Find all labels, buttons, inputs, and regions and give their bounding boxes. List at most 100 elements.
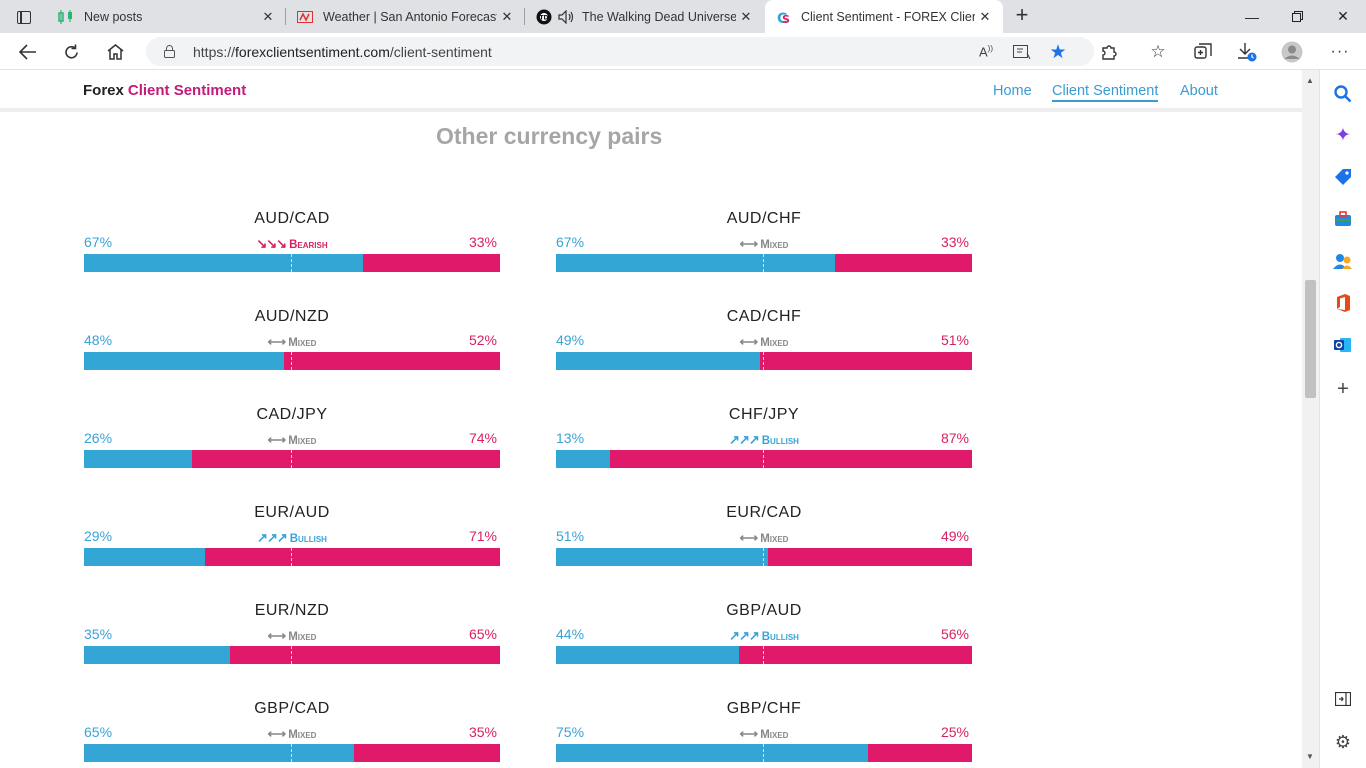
refresh-icon (64, 44, 78, 58)
tab-separator (285, 8, 286, 25)
sentiment-arrow-icon: ⟷ (267, 628, 287, 643)
sentiment-text: Mixed (760, 239, 789, 251)
close-icon[interactable]: ✕ (975, 9, 995, 25)
tab-actions-button[interactable] (8, 4, 40, 30)
minimize-button[interactable]: — (1229, 0, 1275, 33)
new-tab-button[interactable]: + (1010, 4, 1034, 28)
sentiment-label: ⟷ Mixed (556, 726, 972, 742)
site-logo[interactable]: Forex Client Sentiment (83, 82, 246, 99)
sentiment-arrow-icon: ↘↘↘ (256, 236, 287, 251)
sentiment-arrow-icon: ⟷ (267, 432, 287, 447)
shopping-tag-icon[interactable] (1332, 166, 1354, 188)
sentiment-bar (556, 548, 972, 566)
close-icon[interactable]: ✕ (497, 9, 517, 25)
long-fill (84, 254, 363, 272)
brand-forex: Forex (83, 82, 124, 99)
url-field[interactable]: https://forexclientsentiment.com/client-… (146, 37, 1094, 66)
midpoint-line (291, 254, 292, 272)
sentiment-arrow-icon: ⟷ (739, 236, 759, 251)
games-people-icon[interactable] (1332, 250, 1354, 272)
close-icon[interactable]: ✕ (736, 9, 756, 25)
read-aloud-button[interactable]: A)) (974, 40, 998, 64)
read-aloud-icon: A)) (979, 44, 993, 60)
tab-weather[interactable]: Weather | San Antonio Forecast, ✕ (287, 0, 525, 33)
pair-name: GBP/AUD (726, 602, 802, 619)
favorites-icon: ☆ (1150, 42, 1166, 61)
long-fill (556, 646, 740, 664)
tab-new-posts[interactable]: New posts ✕ (48, 0, 286, 33)
scroll-down-icon[interactable]: ▼ (1306, 752, 1314, 761)
settings-gear-icon[interactable]: ⚙ (1332, 731, 1354, 753)
nav-home-link[interactable]: Home (993, 83, 1032, 99)
pair-card: GBP/CAD 65% ⟷ Mixed 35% (84, 700, 500, 768)
refresh-button[interactable] (57, 38, 85, 66)
pair-name: EUR/NZD (254, 602, 330, 619)
pair-name: AUD/CAD (254, 210, 330, 227)
sentiment-arrow-icon: ⟷ (267, 726, 287, 741)
sentiment-label: ↘↘↘ Bearish (84, 236, 500, 252)
long-fill (556, 450, 611, 468)
restore-icon (1291, 11, 1303, 22)
sentiment-label: ↗↗↗ Bullish (556, 432, 972, 448)
pair-card: GBP/CHF 75% ⟷ Mixed 25% (556, 700, 972, 768)
sentiment-bar (84, 352, 500, 370)
sentiment-bar (556, 254, 972, 272)
lock-icon[interactable] (164, 45, 175, 58)
home-button[interactable] (101, 38, 129, 66)
back-button[interactable] (14, 38, 42, 66)
tab-title: Client Sentiment - FOREX Client S (801, 9, 975, 24)
sentiment-label: ⟷ Mixed (84, 628, 500, 644)
url-path: /client-sentiment (389, 44, 492, 60)
download-icon (1238, 43, 1257, 62)
tab-client-sentiment[interactable]: CS Client Sentiment - FOREX Client S ✕ (765, 0, 1003, 33)
more-menu-button[interactable]: ··· (1328, 40, 1352, 64)
page-scrollbar[interactable]: ▲ ▼ (1302, 70, 1319, 768)
copilot-sparkle-icon[interactable]: ✦ (1332, 124, 1354, 146)
nav-about-link[interactable]: About (1180, 83, 1218, 99)
sentiment-label: ⟷ Mixed (84, 432, 500, 448)
favorite-star-button[interactable]: ★ (1046, 40, 1070, 64)
pair-name: CAD/JPY (256, 406, 328, 423)
scroll-up-icon[interactable]: ▲ (1306, 76, 1314, 85)
long-fill (84, 450, 193, 468)
close-window-button[interactable]: ✕ (1320, 0, 1366, 33)
outlook-icon[interactable] (1332, 334, 1354, 356)
sentiment-arrow-icon: ↗↗↗ (257, 530, 288, 545)
sentiment-bar (84, 450, 500, 468)
tab-walking-dead[interactable]: TD The Walking Dead Universe ✕ (526, 0, 764, 33)
collections-icon (1194, 43, 1212, 59)
star-filled-icon: ★ (1049, 41, 1067, 63)
restore-button[interactable] (1274, 0, 1320, 33)
pair-name: AUD/NZD (254, 308, 330, 325)
immersive-reader-button[interactable] (1010, 40, 1034, 64)
extensions-button[interactable] (1097, 40, 1121, 64)
midpoint-line (291, 548, 292, 566)
pair-card: EUR/NZD 35% ⟷ Mixed 65% (84, 602, 500, 672)
pair-card: AUD/NZD 48% ⟷ Mixed 52% (84, 308, 500, 378)
favorites-button[interactable]: ☆ (1146, 40, 1170, 64)
sidebar-toggle-icon[interactable] (1332, 688, 1354, 710)
short-percent: 35% (468, 724, 497, 740)
sentiment-bar (84, 254, 500, 272)
close-icon[interactable]: ✕ (258, 9, 278, 25)
midpoint-line (291, 646, 292, 664)
midpoint-line (763, 548, 764, 566)
nav-client-sentiment-link[interactable]: Client Sentiment (1052, 83, 1159, 102)
search-icon[interactable] (1332, 83, 1354, 105)
scrollbar-thumb[interactable] (1305, 280, 1316, 398)
office-icon[interactable] (1332, 292, 1354, 314)
speaker-icon[interactable] (558, 9, 574, 25)
profile-button[interactable] (1280, 40, 1304, 64)
downloads-button[interactable] (1235, 40, 1259, 64)
back-arrow-icon (19, 44, 36, 60)
long-fill (556, 352, 760, 370)
add-sidebar-icon[interactable]: + (1332, 378, 1354, 400)
short-percent: 71% (468, 528, 497, 544)
sentiment-arrow-icon: ⟷ (267, 334, 287, 349)
sentiment-text: Mixed (760, 533, 789, 545)
web-page: Forex Client Sentiment Home Client Sentim… (0, 70, 1302, 768)
cs-logo-icon: CS (775, 9, 791, 25)
collections-button[interactable] (1191, 40, 1215, 64)
tools-briefcase-icon[interactable] (1332, 208, 1354, 230)
midpoint-line (763, 254, 764, 272)
